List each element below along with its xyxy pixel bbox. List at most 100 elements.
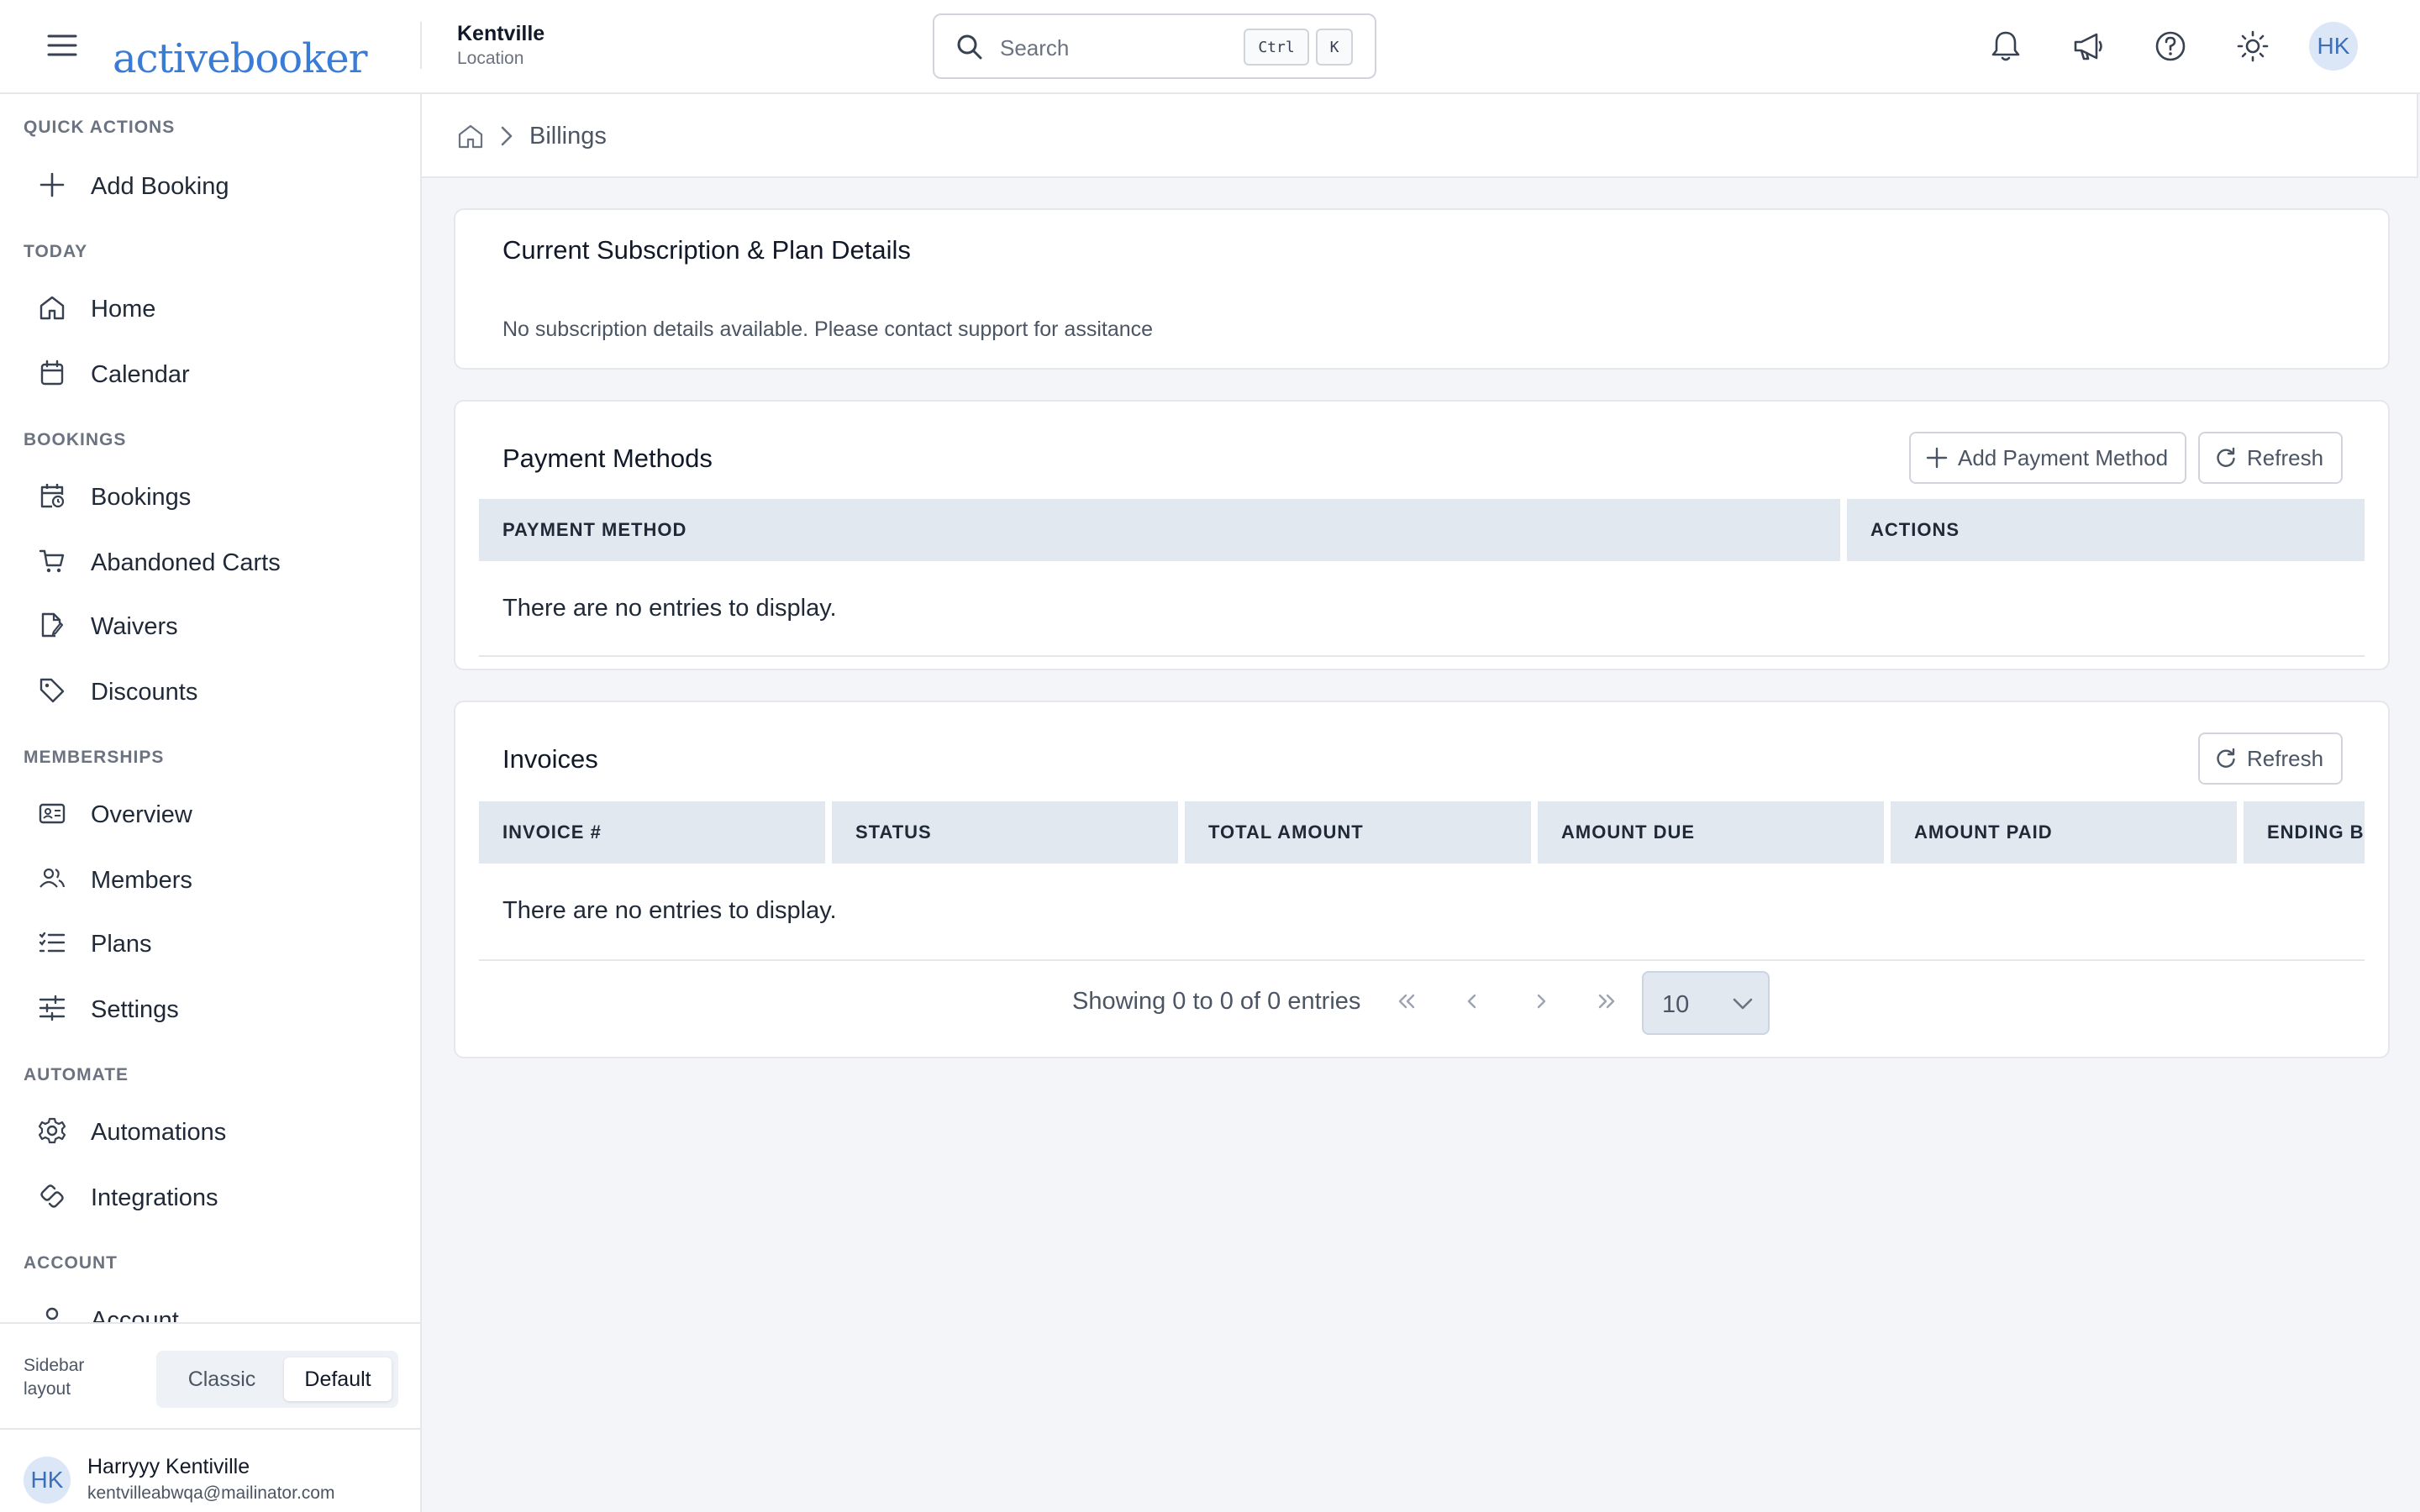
- users-icon: [39, 865, 66, 892]
- plus-icon: [39, 171, 66, 198]
- column-header-ending-balance[interactable]: ENDING BA: [2244, 801, 2365, 864]
- invoices-table-header: INVOICE # STATUS TOTAL AMOUNT AMOUNT DUE…: [479, 801, 2365, 864]
- calendar-clock-icon: [39, 482, 66, 509]
- top-bar: activebooker Kentville Location Search C…: [0, 0, 2420, 94]
- section-quick-actions: QUICK ACTIONS: [24, 118, 176, 137]
- sidebar-item-bookings[interactable]: Bookings: [12, 469, 408, 522]
- pagination-info: Showing 0 to 0 of 0 entries: [1072, 988, 1361, 1015]
- sidebar-item-label: Members: [91, 867, 192, 894]
- section-automate: AUTOMATE: [24, 1065, 129, 1084]
- page-size-value: 10: [1662, 991, 1690, 1018]
- sidebar-item-plans[interactable]: Plans: [12, 916, 408, 969]
- sidebar-item-label: Integrations: [91, 1184, 218, 1211]
- invoices-title: Invoices: [502, 744, 598, 774]
- layout-default-button[interactable]: Default: [284, 1357, 392, 1401]
- layout-classic-button[interactable]: Classic: [163, 1357, 281, 1401]
- section-account: ACCOUNT: [24, 1253, 118, 1273]
- link-icon: [39, 1183, 66, 1210]
- sidebar-item-overview[interactable]: Overview: [12, 786, 408, 840]
- last-page-icon[interactable]: [1590, 984, 1623, 1018]
- add-payment-method-label: Add Payment Method: [1958, 444, 2169, 470]
- sidebar-item-label: Bookings: [91, 484, 192, 511]
- home-icon[interactable]: [457, 123, 484, 150]
- section-bookings: BOOKINGS: [24, 430, 127, 449]
- sidebar: QUICK ACTIONS Add Booking TODAY Home Cal…: [0, 94, 422, 1512]
- menu-icon[interactable]: [44, 27, 81, 64]
- search-input[interactable]: Search Ctrl K: [933, 13, 1376, 79]
- sidebar-item-label: Abandoned Carts: [91, 549, 281, 576]
- tag-icon: [39, 677, 66, 704]
- chevron-down-icon: [1731, 995, 1754, 1013]
- previous-page-icon[interactable]: [1455, 984, 1489, 1018]
- invoices-empty-text: There are no entries to display.: [502, 897, 837, 924]
- sidebar-item-members[interactable]: Members: [12, 852, 408, 906]
- megaphone-icon[interactable]: [2067, 25, 2109, 67]
- sun-theme-icon[interactable]: [2232, 25, 2274, 67]
- user-name[interactable]: Harryyy Kentiville: [87, 1455, 250, 1479]
- gear-icon: [39, 1117, 66, 1144]
- sidebar-item-home[interactable]: Home: [12, 281, 408, 334]
- sidebar-layout-label: Sidebar layout: [24, 1356, 85, 1399]
- help-icon[interactable]: [2149, 25, 2191, 67]
- subscription-card: Current Subscription & Plan Details No s…: [454, 208, 2390, 370]
- sidebar-item-add-booking[interactable]: Add Booking: [12, 158, 408, 212]
- column-header-amount-paid[interactable]: AMOUNT PAID: [1891, 801, 2237, 864]
- page-size-select[interactable]: 10: [1642, 971, 1770, 1035]
- home-icon: [39, 294, 66, 321]
- activebooker-logo[interactable]: activebooker: [113, 12, 368, 82]
- next-page-icon[interactable]: [1524, 984, 1558, 1018]
- chevron-right-icon: [496, 124, 518, 148]
- sidebar-item-label: Home: [91, 296, 156, 323]
- column-header-payment-method[interactable]: PAYMENT METHOD: [479, 499, 1840, 561]
- section-memberships: MEMBERSHIPS: [24, 748, 165, 767]
- payment-methods-title: Payment Methods: [502, 444, 713, 473]
- divider: [479, 655, 2365, 657]
- search-icon: [956, 34, 983, 60]
- calendar-icon: [39, 360, 66, 386]
- header-divider: [420, 22, 422, 69]
- refresh-label: Refresh: [2247, 745, 2324, 771]
- add-payment-method-button[interactable]: Add Payment Method: [1909, 432, 2186, 484]
- sidebar-item-label: Automations: [91, 1119, 227, 1146]
- sidebar-item-label: Settings: [91, 996, 179, 1023]
- sidebar-item-settings[interactable]: Settings: [12, 981, 408, 1035]
- location-name[interactable]: Kentville: [457, 22, 544, 46]
- list-check-icon: [39, 929, 66, 956]
- refresh-payment-methods-button[interactable]: Refresh: [2198, 432, 2343, 484]
- sidebar-item-label: Calendar: [91, 361, 190, 388]
- refresh-invoices-button[interactable]: Refresh: [2198, 732, 2343, 785]
- sidebar-item-waivers[interactable]: Waivers: [12, 598, 408, 652]
- sidebar-item-discounts[interactable]: Discounts: [12, 664, 408, 717]
- sidebar-item-integrations[interactable]: Integrations: [12, 1169, 408, 1223]
- file-signature-icon: [39, 612, 66, 638]
- column-header-amount-due[interactable]: AMOUNT DUE: [1538, 801, 1884, 864]
- bell-icon[interactable]: [1985, 25, 2027, 67]
- search-placeholder: Search: [1000, 35, 1070, 60]
- sidebar-item-calendar[interactable]: Calendar: [12, 346, 408, 400]
- sidebar-item-label: Plans: [91, 931, 152, 958]
- column-header-actions[interactable]: ACTIONS: [1847, 499, 2365, 561]
- first-page-icon[interactable]: [1390, 984, 1423, 1018]
- column-header-invoice-number[interactable]: INVOICE #: [479, 801, 825, 864]
- divider: [479, 959, 2365, 961]
- id-card-icon: [39, 800, 66, 827]
- logo-text: activebooker: [113, 35, 368, 82]
- refresh-icon: [2215, 447, 2237, 469]
- subscription-title: Current Subscription & Plan Details: [502, 235, 911, 265]
- cart-icon: [39, 548, 66, 575]
- sidebar-item-label: Add Booking: [91, 173, 229, 200]
- divider: [0, 1428, 420, 1430]
- avatar[interactable]: HK: [24, 1457, 71, 1504]
- column-header-total-amount[interactable]: TOTAL AMOUNT: [1185, 801, 1531, 864]
- subscription-message: No subscription details available. Pleas…: [502, 318, 1154, 341]
- sidebar-item-abandoned-carts[interactable]: Abandoned Carts: [12, 534, 408, 588]
- section-today: TODAY: [24, 242, 88, 261]
- payment-methods-table-header: PAYMENT METHOD ACTIONS: [479, 499, 2365, 561]
- invoices-card: Invoices Refresh INVOICE # STATUS TOTAL …: [454, 701, 2390, 1058]
- column-header-status[interactable]: STATUS: [832, 801, 1178, 864]
- sidebar-item-label: Overview: [91, 801, 192, 828]
- user-avatar[interactable]: HK: [2309, 22, 2358, 71]
- shortcut-k-key: K: [1316, 29, 1353, 66]
- user-email: kentvilleabwqa@mailinator.com: [87, 1483, 335, 1503]
- sidebar-item-automations[interactable]: Automations: [12, 1104, 408, 1158]
